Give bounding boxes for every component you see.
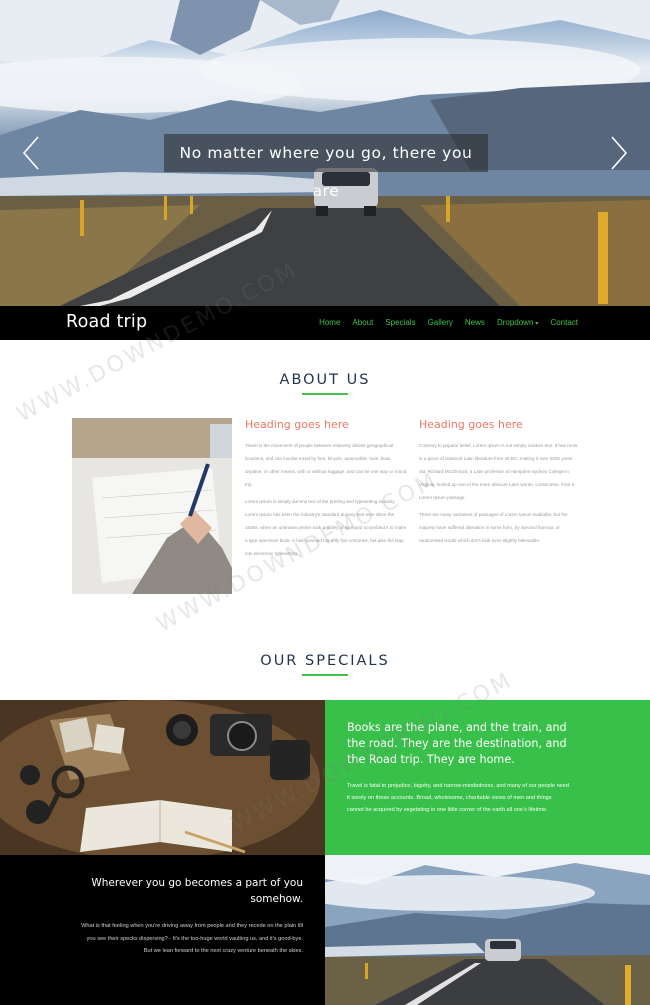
nav-item-about[interactable]: About bbox=[352, 318, 373, 327]
specials-quote-tile-black: Wherever you go becomes a part of you so… bbox=[0, 855, 325, 1005]
about-column-1: Heading goes here Travel is the movement… bbox=[245, 418, 407, 564]
column-heading: Heading goes here bbox=[419, 418, 523, 431]
about-title-underline bbox=[302, 393, 348, 395]
navbar: Road trip Home About Specials Gallery Ne… bbox=[0, 306, 650, 340]
green-tile-quote: Books are the plane, and the train, and … bbox=[347, 721, 567, 766]
nav-menu: Home About Specials Gallery News Dropdow… bbox=[307, 318, 578, 327]
about-column-2: Heading goes here Contrary to popular be… bbox=[419, 418, 581, 551]
specials-title-underline bbox=[302, 674, 348, 676]
caret-down-icon: ▾ bbox=[535, 321, 539, 327]
column-paragraph: Travel is the movement of people between… bbox=[245, 443, 407, 487]
chevron-left-icon[interactable] bbox=[20, 134, 44, 172]
hero-caption: No matter where you go, there you are bbox=[164, 134, 488, 200]
column-paragraph: There are many variations of passages of… bbox=[419, 512, 568, 543]
specials-grid: Books are the plane, and the train, and … bbox=[0, 700, 650, 1005]
nav-item-news[interactable]: News bbox=[465, 318, 485, 327]
road-trip-photo bbox=[325, 855, 650, 1005]
column-heading: Heading goes here bbox=[245, 418, 349, 431]
black-tile-quote: Wherever you go becomes a part of you so… bbox=[91, 877, 303, 905]
nav-item-gallery[interactable]: Gallery bbox=[428, 318, 453, 327]
hero-carousel: No matter where you go, there you are bbox=[0, 0, 650, 306]
nav-item-specials[interactable]: Specials bbox=[385, 318, 415, 327]
about-writing-photo bbox=[72, 418, 232, 594]
nav-item-dropdown-label: Dropdown bbox=[496, 318, 534, 327]
nav-item-contact[interactable]: Contact bbox=[550, 318, 578, 327]
nav-item-home[interactable]: Home bbox=[319, 318, 340, 327]
green-tile-text: Travel is fatal to prejudice, bigotry, a… bbox=[347, 783, 570, 813]
travel-desk-photo bbox=[0, 700, 325, 855]
specials-quote-tile-green: Books are the plane, and the train, and … bbox=[325, 700, 650, 855]
brand-logo[interactable]: Road trip bbox=[66, 312, 147, 332]
column-paragraph: Lorem Ipsum is simply dummy text of the … bbox=[245, 499, 407, 556]
nav-item-dropdown[interactable]: Dropdown ▾ bbox=[497, 318, 538, 327]
specials-title: OUR SPECIALS bbox=[260, 653, 390, 669]
black-tile-text: What is that feeling when you're driving… bbox=[81, 923, 303, 954]
chevron-right-icon[interactable] bbox=[606, 134, 630, 172]
column-paragraph: Contrary to popular belief, Lorem Ipsum … bbox=[419, 443, 578, 500]
about-title: ABOUT US bbox=[279, 372, 371, 388]
